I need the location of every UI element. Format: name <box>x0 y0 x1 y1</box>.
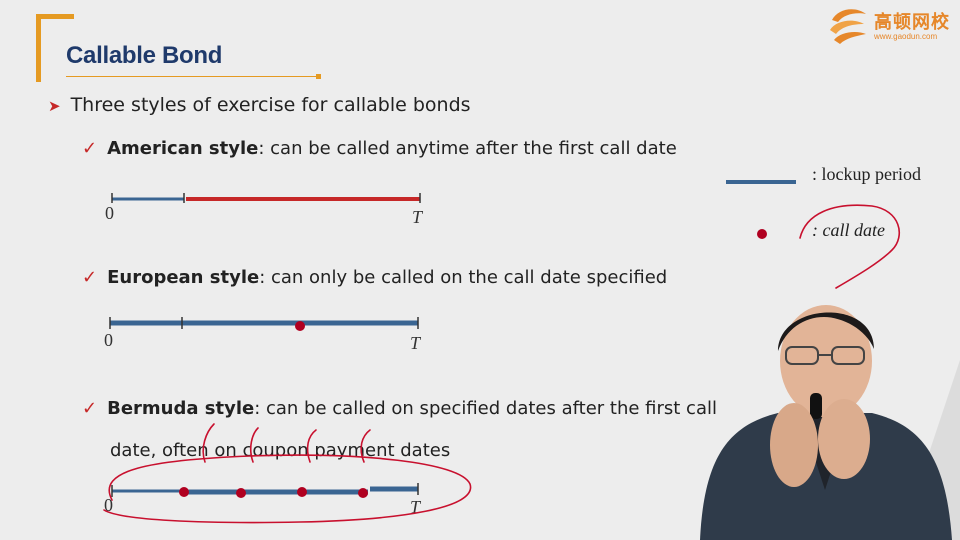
presenter-video <box>700 305 952 540</box>
presenter-microphone <box>810 393 822 419</box>
annotation-mark-1 <box>202 423 215 463</box>
slide: Callable Bond 高顿网校 www.gaodun.com ➤ Three… <box>0 0 960 540</box>
bermuda-call-dot-4 <box>358 488 368 498</box>
american-axis-start: 0 <box>105 203 114 223</box>
presenter-hand-right <box>818 399 870 479</box>
bermuda-call-dot-1 <box>179 487 189 497</box>
bermuda-call-dot-3 <box>297 487 307 497</box>
american-axis-end: T <box>412 207 424 227</box>
bermuda-timeline: 0 T <box>104 483 422 517</box>
european-call-date-dot <box>295 321 305 331</box>
american-timeline: 0 T <box>105 193 424 227</box>
european-axis-start: 0 <box>104 330 113 350</box>
european-timeline: 0 T <box>104 317 422 353</box>
annotation-circle-call-date <box>799 204 901 289</box>
annotation-mark-2 <box>250 427 259 463</box>
bermuda-call-dot-2 <box>236 488 246 498</box>
european-axis-end: T <box>410 333 422 353</box>
presenter-hand-left <box>770 403 818 487</box>
annotation-mark-3 <box>306 429 317 463</box>
